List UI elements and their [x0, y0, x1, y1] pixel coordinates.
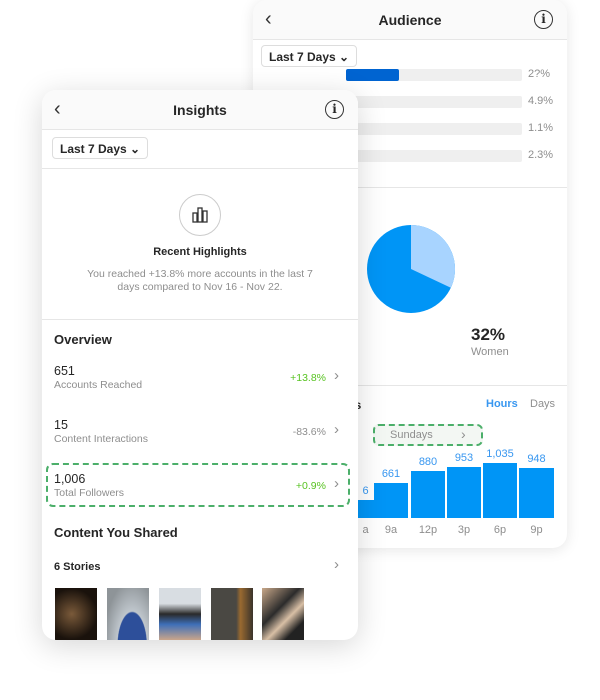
chart-bar — [447, 467, 481, 518]
story-thumbnail[interactable] — [107, 588, 149, 640]
chart-bar — [357, 499, 374, 518]
tab-hours[interactable]: Hours — [486, 398, 518, 410]
chart-bar — [374, 482, 408, 518]
content-title: Content You Shared — [54, 525, 178, 540]
bar-value-label: 6 — [362, 484, 369, 497]
chart-bar — [411, 471, 445, 518]
highlight-title: Recent Highlights — [153, 246, 247, 258]
chevron-down-icon: ⌄ — [130, 142, 141, 156]
chart-bar — [519, 467, 554, 518]
overview-row[interactable]: 651 Accounts Reached +13.8% › — [42, 362, 358, 402]
highlight-text: You reached +13.8% more accounts in the … — [87, 268, 313, 280]
x-tick-label: 6p — [493, 524, 507, 536]
age-percent: 2.3% — [528, 149, 554, 161]
x-tick-label: 9a — [384, 524, 398, 536]
page-title: Insights — [173, 102, 227, 118]
chevron-right-icon: › — [334, 367, 339, 384]
age-bar — [346, 150, 522, 162]
chart-bar — [483, 463, 517, 518]
women-percent: 32% — [471, 325, 506, 344]
gender-pie-chart — [367, 225, 455, 313]
women-label: Women — [471, 346, 509, 358]
metric-label: Accounts Reached — [54, 379, 143, 391]
age-bar — [346, 96, 522, 108]
info-icon[interactable]: i — [534, 10, 553, 29]
age-percent: 1.1% — [528, 122, 554, 134]
page-title: Audience — [378, 12, 442, 28]
insights-panel: ‹ Insights i Last 7 Days ⌄ Recent Highli… — [42, 90, 358, 640]
x-tick-label: 12p — [418, 524, 438, 536]
age-percent: 2?% — [528, 68, 551, 80]
story-thumbnail[interactable] — [159, 588, 201, 640]
audience-header: ‹ Audience i — [253, 0, 567, 40]
bar-value-label: 953 — [454, 452, 474, 465]
date-range-label: Last 7 Days — [269, 50, 336, 64]
metric-change: +13.8% — [290, 372, 326, 384]
date-range-dropdown[interactable]: Last 7 Days ⌄ — [261, 45, 358, 67]
insights-header: ‹ Insights i — [42, 90, 358, 130]
story-thumbnail[interactable] — [262, 588, 304, 640]
highlight-box — [46, 463, 350, 507]
metric-change: -83.6% — [292, 426, 326, 438]
chevron-right-icon[interactable]: › — [334, 556, 339, 573]
stories-label[interactable]: 6 Stories — [54, 561, 100, 573]
info-icon[interactable]: i — [325, 100, 344, 119]
chevron-down-icon: ⌄ — [339, 50, 350, 64]
tab-days[interactable]: Days — [530, 398, 555, 410]
chevron-right-icon: › — [461, 426, 466, 442]
date-range-dropdown[interactable]: Last 7 Days ⌄ — [52, 137, 149, 159]
chevron-right-icon: › — [334, 421, 339, 438]
x-tick-label: 3p — [457, 524, 471, 536]
age-bar — [346, 123, 522, 135]
highlight-text: days compared to Nov 16 - Nov 22. — [117, 281, 283, 293]
metric-value: 15 — [54, 418, 68, 432]
metric-value: 651 — [54, 364, 75, 378]
bar-chart-icon — [179, 194, 221, 236]
story-thumbnail[interactable] — [211, 588, 253, 640]
age-bar — [346, 69, 522, 81]
bar-value-label: 880 — [418, 456, 438, 469]
story-thumbnail[interactable] — [55, 588, 97, 640]
bar-value-label: 1,035 — [486, 448, 514, 461]
metric-label: Content Interactions — [54, 433, 148, 445]
age-percent: 4.9% — [528, 95, 554, 107]
x-tick-label: a — [362, 524, 369, 536]
day-selector-label: Sundays — [390, 429, 433, 441]
bar-value-label: 948 — [527, 452, 546, 465]
x-tick-label: 9p — [530, 524, 543, 536]
date-range-label: Last 7 Days — [60, 142, 127, 156]
bar-value-label: 661 — [381, 467, 401, 480]
overview-row[interactable]: 15 Content Interactions -83.6% › — [42, 416, 358, 456]
day-selector[interactable]: Sundays › — [373, 424, 483, 446]
overview-title: Overview — [54, 332, 112, 347]
